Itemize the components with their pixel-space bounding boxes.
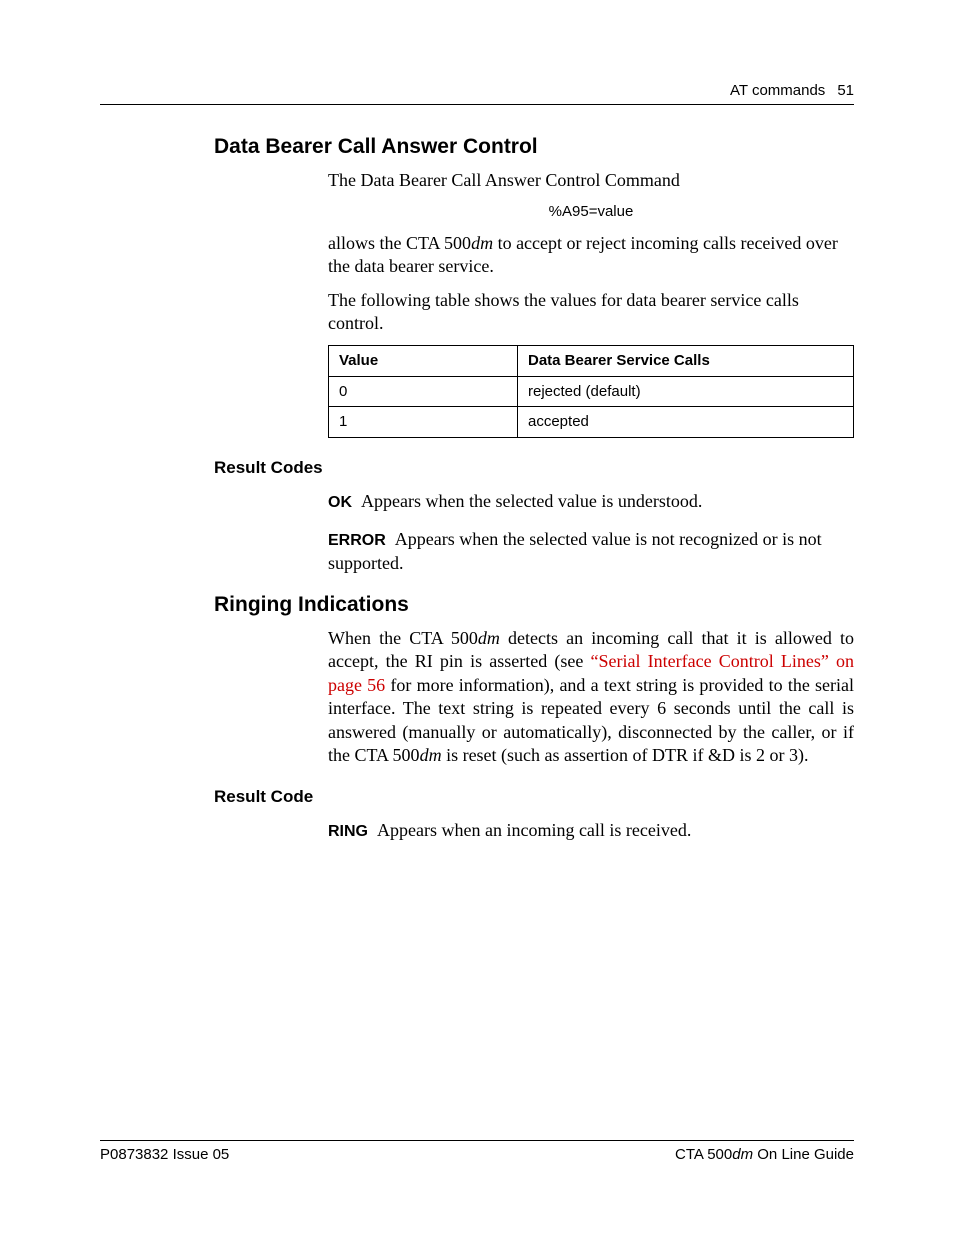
text-italic: dm xyxy=(471,233,493,253)
table-header: Data Bearer Service Calls xyxy=(518,346,854,377)
table-cell: 0 xyxy=(329,376,518,407)
text: When the CTA 500 xyxy=(328,628,478,648)
heading-ringing-indications: Ringing Indications xyxy=(214,593,854,617)
paragraph: The following table shows the values for… xyxy=(328,289,854,336)
result-code-block: RING Appears when an incoming call is re… xyxy=(328,819,854,843)
result-label: RING xyxy=(328,823,368,840)
result-codes-block: OK Appears when the selected value is un… xyxy=(328,490,854,575)
page-footer: P0873832 Issue 05 CTA 500dm On Line Guid… xyxy=(100,1140,854,1163)
result-code-item: OK Appears when the selected value is un… xyxy=(328,490,854,514)
paragraph: When the CTA 500dm detects an incoming c… xyxy=(328,627,854,767)
table-header-row: Value Data Bearer Service Calls xyxy=(329,346,854,377)
text-italic: dm xyxy=(478,628,500,648)
table-row: 1 accepted xyxy=(329,407,854,438)
text-italic: dm xyxy=(420,745,442,765)
paragraph: allows the CTA 500dm to accept or reject… xyxy=(328,232,854,279)
result-code-item: ERROR Appears when the selected value is… xyxy=(328,528,854,575)
footer-right: CTA 500dm On Line Guide xyxy=(675,1146,854,1163)
table-cell: 1 xyxy=(329,407,518,438)
header-text: AT commands 51 xyxy=(100,82,854,104)
command-code: %A95=value xyxy=(328,202,854,222)
result-code-item: RING Appears when an incoming call is re… xyxy=(328,819,854,843)
result-text: Appears when the selected value is under… xyxy=(361,491,702,511)
text-italic: dm xyxy=(732,1146,753,1163)
footer-left: P0873832 Issue 05 xyxy=(100,1146,229,1163)
result-text: Appears when the selected value is not r… xyxy=(328,529,822,573)
text: CTA 500 xyxy=(675,1146,732,1163)
result-label: ERROR xyxy=(328,532,386,549)
table-row: 0 rejected (default) xyxy=(329,376,854,407)
header-section: AT commands xyxy=(730,82,825,99)
section-body: The Data Bearer Call Answer Control Comm… xyxy=(328,169,854,438)
values-table: Value Data Bearer Service Calls 0 reject… xyxy=(328,345,854,438)
text: is reset (such as assertion of DTR if &D… xyxy=(442,745,809,765)
heading-data-bearer: Data Bearer Call Answer Control xyxy=(214,135,854,159)
text: On Line Guide xyxy=(753,1146,854,1163)
result-label: OK xyxy=(328,494,352,511)
page-content: AT commands 51 Data Bearer Call Answer Co… xyxy=(0,0,954,843)
paragraph: The Data Bearer Call Answer Control Comm… xyxy=(328,169,854,192)
text: allows the CTA 500 xyxy=(328,233,471,253)
header-page-number: 51 xyxy=(837,82,854,99)
result-text: Appears when an incoming call is receive… xyxy=(377,820,691,840)
table-header: Value xyxy=(329,346,518,377)
section-body: When the CTA 500dm detects an incoming c… xyxy=(328,627,854,767)
subheading-result-code: Result Code xyxy=(214,787,854,807)
table-cell: rejected (default) xyxy=(518,376,854,407)
table-cell: accepted xyxy=(518,407,854,438)
subheading-result-codes: Result Codes xyxy=(214,458,854,478)
page-header: AT commands 51 xyxy=(100,82,854,105)
